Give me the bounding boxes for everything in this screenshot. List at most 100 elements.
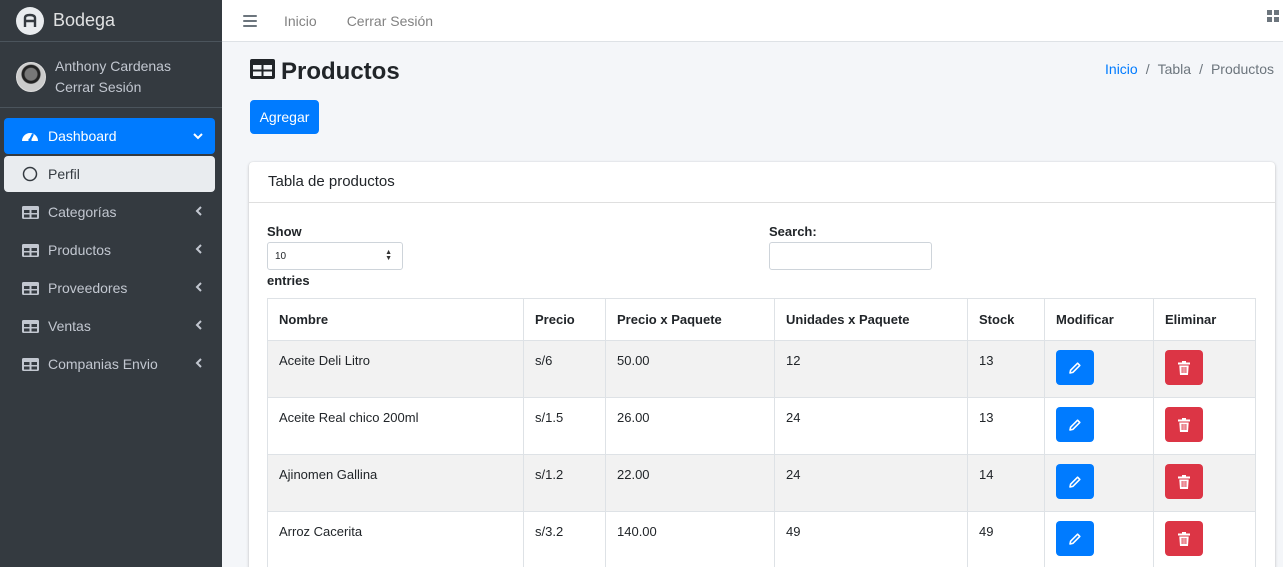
breadcrumb-separator: / [1199, 61, 1203, 77]
chevron-left-icon [195, 280, 203, 295]
chevron-left-icon [195, 356, 203, 371]
sidebar-item-companias-envio[interactable]: Companias Envio [4, 346, 215, 382]
delete-button[interactable] [1165, 464, 1203, 499]
cell-nombre: Arroz Cacerita [267, 511, 524, 567]
cell-stock: 13 [967, 340, 1045, 398]
col-header-unidades-paquete[interactable]: Unidades x Paquete [774, 298, 968, 341]
cell-precio-paquete: 50.00 [605, 340, 775, 398]
brand-name: Bodega [53, 10, 116, 30]
cell-unidades-paquete: 12 [774, 340, 968, 398]
col-header-eliminar[interactable]: Eliminar [1153, 298, 1256, 341]
cell-stock: 13 [967, 397, 1045, 455]
cell-precio: s/3.2 [523, 511, 606, 567]
sidebar-item-label: Ventas [48, 318, 91, 334]
edit-button[interactable] [1056, 350, 1094, 385]
trash-icon [1178, 531, 1190, 546]
cell-precio: s/1.2 [523, 454, 606, 512]
edit-button[interactable] [1056, 407, 1094, 442]
pencil-icon [1069, 475, 1081, 488]
cell-modificar [1044, 397, 1154, 455]
length-label: Show [267, 224, 302, 239]
table-header-row: Nombre Precio Precio x Paquete Unidades … [267, 298, 1256, 341]
pencil-icon [1069, 532, 1081, 545]
cell-modificar [1044, 454, 1154, 512]
sidebar-item-productos[interactable]: Productos [4, 232, 215, 268]
sidebar-item-perfil[interactable]: Perfil [4, 156, 215, 192]
chevron-down-icon [193, 128, 203, 143]
delete-button[interactable] [1165, 521, 1203, 556]
trash-icon [1178, 474, 1190, 489]
hamburger-menu-icon[interactable] [243, 14, 257, 27]
trash-icon [1178, 360, 1190, 375]
edit-button[interactable] [1056, 521, 1094, 556]
products-card: Tabla de productos Show 10 ▲ ▼ entries Se… [249, 162, 1275, 567]
sidebar-item-proveedores[interactable]: Proveedores [4, 270, 215, 306]
cell-precio: s/6 [523, 340, 606, 398]
delete-button[interactable] [1165, 350, 1203, 385]
table-icon [20, 243, 40, 257]
dashboard-icon [20, 129, 40, 143]
table-row: Arroz Cacerita s/3.2 140.00 49 49 [267, 511, 1256, 567]
col-header-precio-paquete[interactable]: Precio x Paquete [605, 298, 775, 341]
sidebar-item-label: Dashboard [48, 128, 117, 144]
breadcrumb-separator: / [1145, 61, 1150, 77]
col-header-nombre[interactable]: Nombre [267, 298, 524, 341]
user-logout-link[interactable]: Cerrar Sesión [55, 77, 171, 98]
top-link-inicio[interactable]: Inicio [284, 13, 317, 29]
sidebar-nav: Dashboard Perfil Categorías Productos Pr… [0, 118, 222, 382]
entries-label: entries [267, 273, 310, 288]
cell-precio-paquete: 22.00 [605, 454, 775, 512]
apps-grid-icon[interactable] [1267, 10, 1279, 22]
breadcrumb: Inicio / Tabla / Productos [1105, 61, 1274, 77]
brand[interactable]: Bodega [0, 0, 222, 42]
sidebar-item-dashboard[interactable]: Dashboard [4, 118, 215, 154]
page-title-text: Productos [281, 58, 400, 85]
cell-unidades-paquete: 49 [774, 511, 968, 567]
col-header-stock[interactable]: Stock [967, 298, 1045, 341]
sidebar-item-label: Perfil [48, 166, 80, 182]
breadcrumb-link-inicio[interactable]: Inicio [1105, 61, 1138, 77]
add-button[interactable]: Agregar [250, 100, 319, 134]
avatar[interactable] [16, 61, 46, 92]
entries-length-select[interactable]: 10 ▲ ▼ [267, 242, 403, 270]
page-title: Productos [250, 58, 400, 86]
table-icon [20, 205, 40, 219]
cell-stock: 49 [967, 511, 1045, 567]
search-label: Search: [769, 224, 817, 239]
chevron-left-icon [195, 318, 203, 333]
cell-unidades-paquete: 24 [774, 397, 968, 455]
user-panel: Anthony Cardenas Cerrar Sesión [0, 46, 222, 108]
col-header-precio[interactable]: Precio [523, 298, 606, 341]
top-navbar: Inicio Cerrar Sesión [222, 0, 1283, 42]
sidebar-item-label: Companias Envio [48, 356, 158, 372]
sidebar-item-categorias[interactable]: Categorías [4, 194, 215, 230]
entries-length-value: 10 [275, 250, 287, 262]
top-link-cerrar-sesion[interactable]: Cerrar Sesión [347, 13, 433, 29]
cell-precio-paquete: 140.00 [605, 511, 775, 567]
cell-eliminar [1153, 511, 1256, 567]
col-header-modificar[interactable]: Modificar [1044, 298, 1154, 341]
delete-button[interactable] [1165, 407, 1203, 442]
cell-modificar [1044, 340, 1154, 398]
table-icon [20, 357, 40, 371]
brand-logo-icon [16, 6, 44, 35]
cell-nombre: Ajinomen Gallina [267, 454, 524, 512]
user-name[interactable]: Anthony Cardenas [55, 56, 171, 77]
search-input[interactable] [769, 242, 932, 270]
cell-nombre: Aceite Real chico 200ml [267, 397, 524, 455]
cell-unidades-paquete: 24 [774, 454, 968, 512]
products-table: Nombre Precio Precio x Paquete Unidades … [267, 298, 1256, 567]
cell-precio-paquete: 26.00 [605, 397, 775, 455]
table-icon [250, 58, 275, 86]
pencil-icon [1069, 361, 1081, 374]
cell-eliminar [1153, 340, 1256, 398]
chevron-left-icon [195, 242, 203, 257]
chevron-left-icon [195, 204, 203, 219]
table-row: Ajinomen Gallina s/1.2 22.00 24 14 [267, 454, 1256, 512]
edit-button[interactable] [1056, 464, 1094, 499]
cell-nombre: Aceite Deli Litro [267, 340, 524, 398]
table-icon [20, 319, 40, 333]
sidebar-item-label: Proveedores [48, 280, 128, 296]
table-row: Aceite Real chico 200ml s/1.5 26.00 24 1… [267, 397, 1256, 455]
sidebar-item-ventas[interactable]: Ventas [4, 308, 215, 344]
